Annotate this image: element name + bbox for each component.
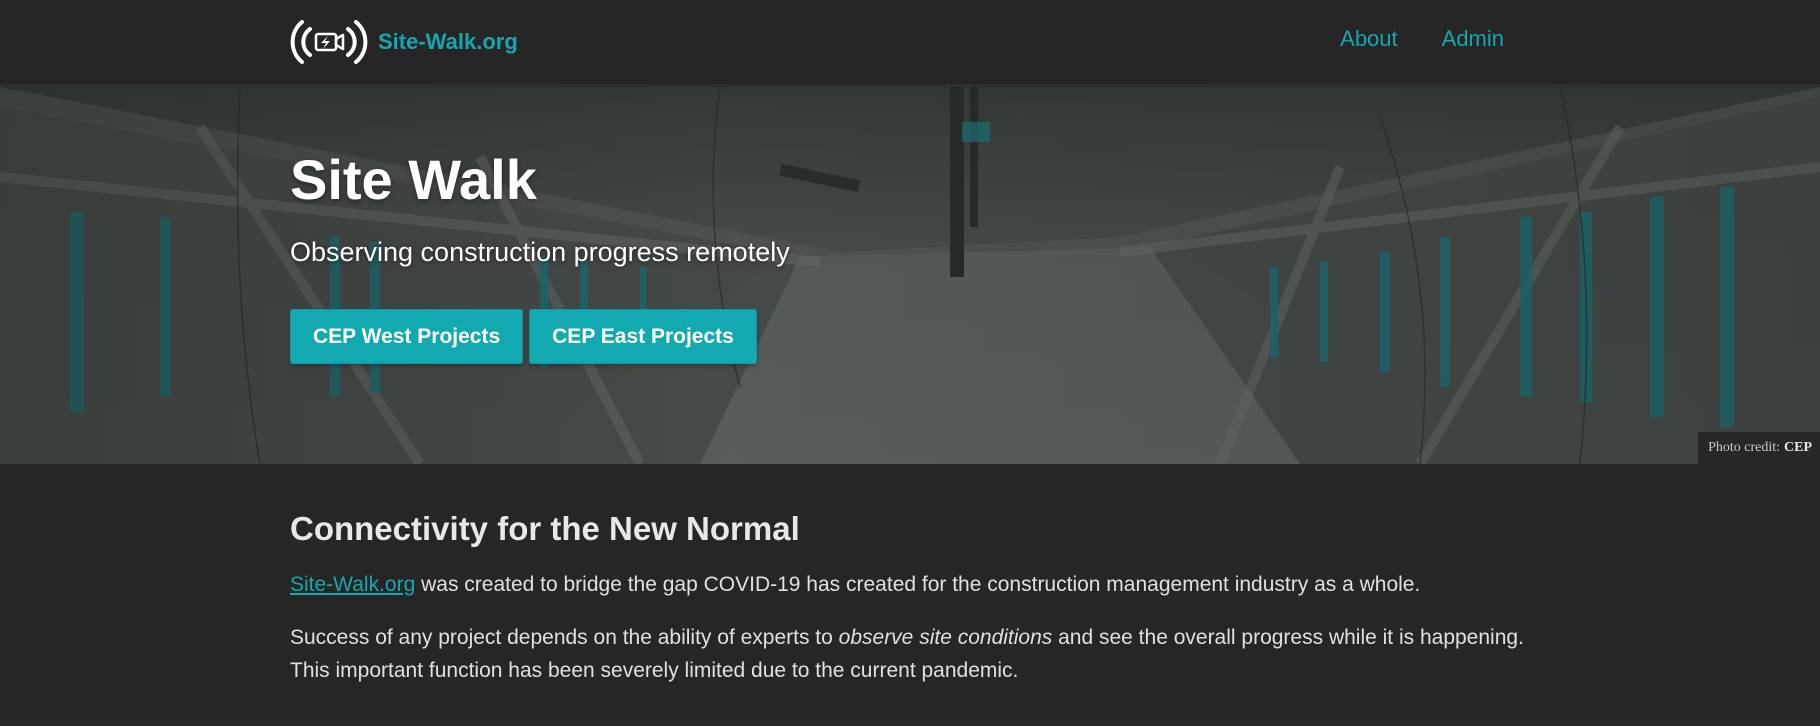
hero-buttons: CEP West Projects CEP East Projects <box>290 309 757 364</box>
description-text-start: Success of any project depends on the ab… <box>290 626 839 649</box>
nav-links: About Admin <box>1340 26 1504 52</box>
photo-credit: Photo credit: CEP <box>1698 432 1820 464</box>
photo-credit-label: Photo credit: <box>1708 440 1780 455</box>
main-content: Connectivity for the New Normal Site-Wal… <box>290 464 1530 687</box>
section-title: Connectivity for the New Normal <box>290 510 800 547</box>
description-paragraph: Success of any project depends on the ab… <box>290 621 1530 687</box>
intro-paragraph-text: was created to bridge the gap COVID-19 h… <box>415 573 1421 596</box>
site-walk-link[interactable]: Site-Walk.org <box>290 573 415 596</box>
cep-east-projects-button[interactable]: CEP East Projects <box>529 309 757 364</box>
nav-link-admin[interactable]: Admin <box>1442 26 1504 52</box>
hero-subtitle: Observing construction progress remotely <box>290 237 790 267</box>
broadcast-camera-icon <box>290 20 368 64</box>
nav-link-about[interactable]: About <box>1340 26 1398 52</box>
hero-title: Site Walk <box>290 148 537 211</box>
intro-paragraph: Site-Walk.org was created to bridge the … <box>290 568 1530 601</box>
brand-name: Site-Walk.org <box>378 29 518 54</box>
brand-home-link[interactable]: Site-Walk.org <box>290 18 518 66</box>
hero-banner: Site Walk Observing construction progres… <box>0 87 1820 464</box>
top-navbar: Site-Walk.org About Admin <box>0 0 1820 86</box>
cep-west-projects-button[interactable]: CEP West Projects <box>290 309 524 364</box>
hero-overlay <box>0 87 1820 464</box>
description-emphasis: observe site conditions <box>838 626 1053 649</box>
photo-credit-name: CEP <box>1784 440 1812 455</box>
